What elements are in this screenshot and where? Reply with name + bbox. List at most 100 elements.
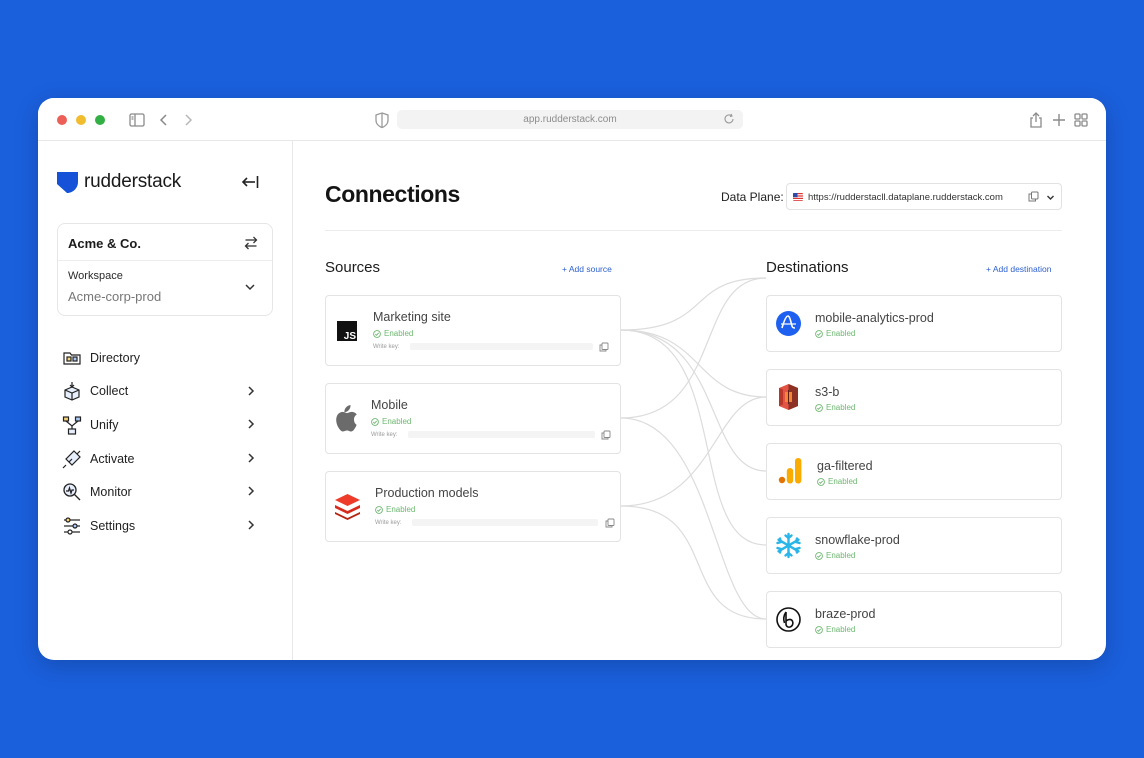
minimize-window-button[interactable] bbox=[76, 115, 86, 125]
collapse-sidebar-icon[interactable] bbox=[241, 174, 259, 190]
browser-window: app.rudderstack.com rudderstack Acme & C… bbox=[38, 98, 1106, 660]
chevron-right-icon bbox=[248, 419, 255, 429]
source-name: Production models bbox=[375, 486, 479, 500]
address-bar[interactable]: app.rudderstack.com bbox=[397, 110, 743, 129]
sidebar-toggle-icon[interactable] bbox=[128, 111, 146, 129]
destinations-title: Destinations bbox=[766, 259, 849, 276]
browser-toolbar: app.rudderstack.com bbox=[38, 98, 1106, 141]
status-text: Enabled bbox=[826, 403, 856, 412]
us-flag-icon bbox=[793, 193, 803, 201]
status-badge: Enabled bbox=[815, 403, 855, 412]
page-title: Connections bbox=[325, 181, 460, 207]
add-destination-link[interactable]: + Add destination bbox=[986, 264, 1051, 274]
status-badge: Enabled bbox=[815, 551, 855, 560]
chevron-down-icon[interactable] bbox=[1046, 193, 1055, 202]
destination-name: s3-b bbox=[815, 385, 840, 399]
snowflake-icon bbox=[776, 532, 801, 559]
close-window-button[interactable] bbox=[57, 115, 67, 125]
back-icon[interactable] bbox=[155, 111, 173, 129]
address-bar-url: app.rudderstack.com bbox=[523, 114, 617, 125]
status-text: Enabled bbox=[382, 417, 412, 426]
status-badge: Enabled bbox=[373, 329, 413, 338]
status-badge: Enabled bbox=[375, 505, 415, 514]
write-key-value bbox=[412, 519, 598, 526]
sidebar: rudderstack Acme & Co. Workspace Acme-co… bbox=[38, 141, 293, 660]
connection-line bbox=[620, 396, 767, 507]
organization-row[interactable]: Acme & Co. bbox=[58, 224, 272, 261]
share-icon[interactable] bbox=[1027, 111, 1045, 129]
status-text: Enabled bbox=[384, 329, 414, 338]
check-circle-icon bbox=[375, 505, 383, 514]
status-badge: Enabled bbox=[817, 477, 857, 486]
source-card[interactable]: Production models Enabled Write key: bbox=[325, 471, 621, 542]
javascript-icon: JS bbox=[337, 321, 357, 341]
new-tab-icon[interactable] bbox=[1050, 111, 1068, 129]
copy-icon[interactable] bbox=[601, 430, 611, 440]
unify-icon bbox=[62, 416, 82, 435]
destination-name: braze-prod bbox=[815, 607, 876, 621]
tab-overview-icon[interactable] bbox=[1072, 111, 1090, 129]
source-card[interactable]: JS Marketing site Enabled Write key: bbox=[325, 295, 621, 366]
destination-card[interactable]: snowflake-prod Enabled bbox=[766, 517, 1062, 574]
aws-s3-icon bbox=[779, 384, 798, 410]
sidebar-item-directory[interactable]: Directory bbox=[62, 341, 262, 375]
status-badge: Enabled bbox=[371, 417, 411, 426]
connection-line bbox=[620, 505, 767, 620]
directory-icon bbox=[63, 352, 81, 365]
write-key-label: Write key: bbox=[375, 520, 402, 526]
sidebar-item-monitor[interactable]: Monitor bbox=[62, 475, 262, 509]
write-key-label: Write key: bbox=[371, 432, 398, 438]
destination-card[interactable]: mobile-analytics-prod Enabled bbox=[766, 295, 1062, 352]
workspace-switcher[interactable]: Acme & Co. Workspace Acme-corp-prod bbox=[57, 223, 273, 316]
reload-icon[interactable] bbox=[723, 113, 735, 125]
apple-icon bbox=[336, 405, 357, 432]
connection-line bbox=[620, 277, 767, 331]
status-text: Enabled bbox=[386, 505, 416, 514]
destination-name: mobile-analytics-prod bbox=[815, 311, 934, 325]
sidebar-item-label: Activate bbox=[90, 451, 135, 466]
data-plane-select[interactable]: https://rudderstacll.dataplane.ruddersta… bbox=[786, 183, 1062, 210]
sources-title: Sources bbox=[325, 259, 381, 276]
sidebar-item-label: Monitor bbox=[90, 485, 132, 500]
workspace-label: Workspace bbox=[68, 270, 123, 282]
destination-card[interactable]: ga-filtered Enabled bbox=[766, 443, 1062, 500]
privacy-shield-icon[interactable] bbox=[374, 111, 390, 129]
write-key-label: Write key: bbox=[373, 344, 400, 350]
monitor-icon bbox=[63, 483, 81, 501]
sidebar-item-label: Directory bbox=[90, 350, 141, 365]
activate-icon bbox=[62, 449, 81, 469]
write-key-value bbox=[410, 343, 593, 350]
status-text: Enabled bbox=[826, 625, 856, 634]
copy-icon[interactable] bbox=[1028, 191, 1039, 202]
switch-organization-icon[interactable] bbox=[244, 236, 258, 250]
chevron-right-icon bbox=[248, 453, 255, 463]
sidebar-item-unify[interactable]: Unify bbox=[62, 408, 262, 442]
destination-card[interactable]: s3-b Enabled bbox=[766, 369, 1062, 426]
organization-name: Acme & Co. bbox=[68, 236, 141, 251]
status-text: Enabled bbox=[828, 477, 858, 486]
maximize-window-button[interactable] bbox=[95, 115, 105, 125]
check-circle-icon bbox=[373, 329, 381, 338]
sidebar-item-collect[interactable]: Collect bbox=[62, 375, 262, 409]
copy-icon[interactable] bbox=[605, 518, 615, 528]
source-card[interactable]: Mobile Enabled Write key: bbox=[325, 383, 621, 454]
copy-icon[interactable] bbox=[599, 342, 609, 352]
destination-card[interactable]: braze-prod Enabled bbox=[766, 591, 1062, 648]
settings-icon bbox=[64, 517, 80, 535]
collect-icon bbox=[64, 382, 80, 402]
source-name: Mobile bbox=[371, 398, 408, 412]
sidebar-item-settings[interactable]: Settings bbox=[62, 509, 262, 543]
chevron-down-icon[interactable] bbox=[244, 281, 256, 293]
connection-line bbox=[620, 329, 767, 398]
braze-icon bbox=[776, 607, 801, 632]
sidebar-item-activate[interactable]: Activate bbox=[62, 442, 262, 476]
forward-icon[interactable] bbox=[179, 111, 197, 129]
status-badge: Enabled bbox=[815, 625, 855, 634]
add-source-link[interactable]: + Add source bbox=[562, 264, 612, 274]
connection-line bbox=[620, 277, 767, 419]
workspace-value: Acme-corp-prod bbox=[68, 289, 162, 304]
google-analytics-icon bbox=[778, 458, 802, 484]
chevron-right-icon bbox=[248, 486, 255, 496]
destination-name: snowflake-prod bbox=[815, 533, 900, 547]
brand-logo[interactable]: rudderstack bbox=[57, 171, 181, 193]
